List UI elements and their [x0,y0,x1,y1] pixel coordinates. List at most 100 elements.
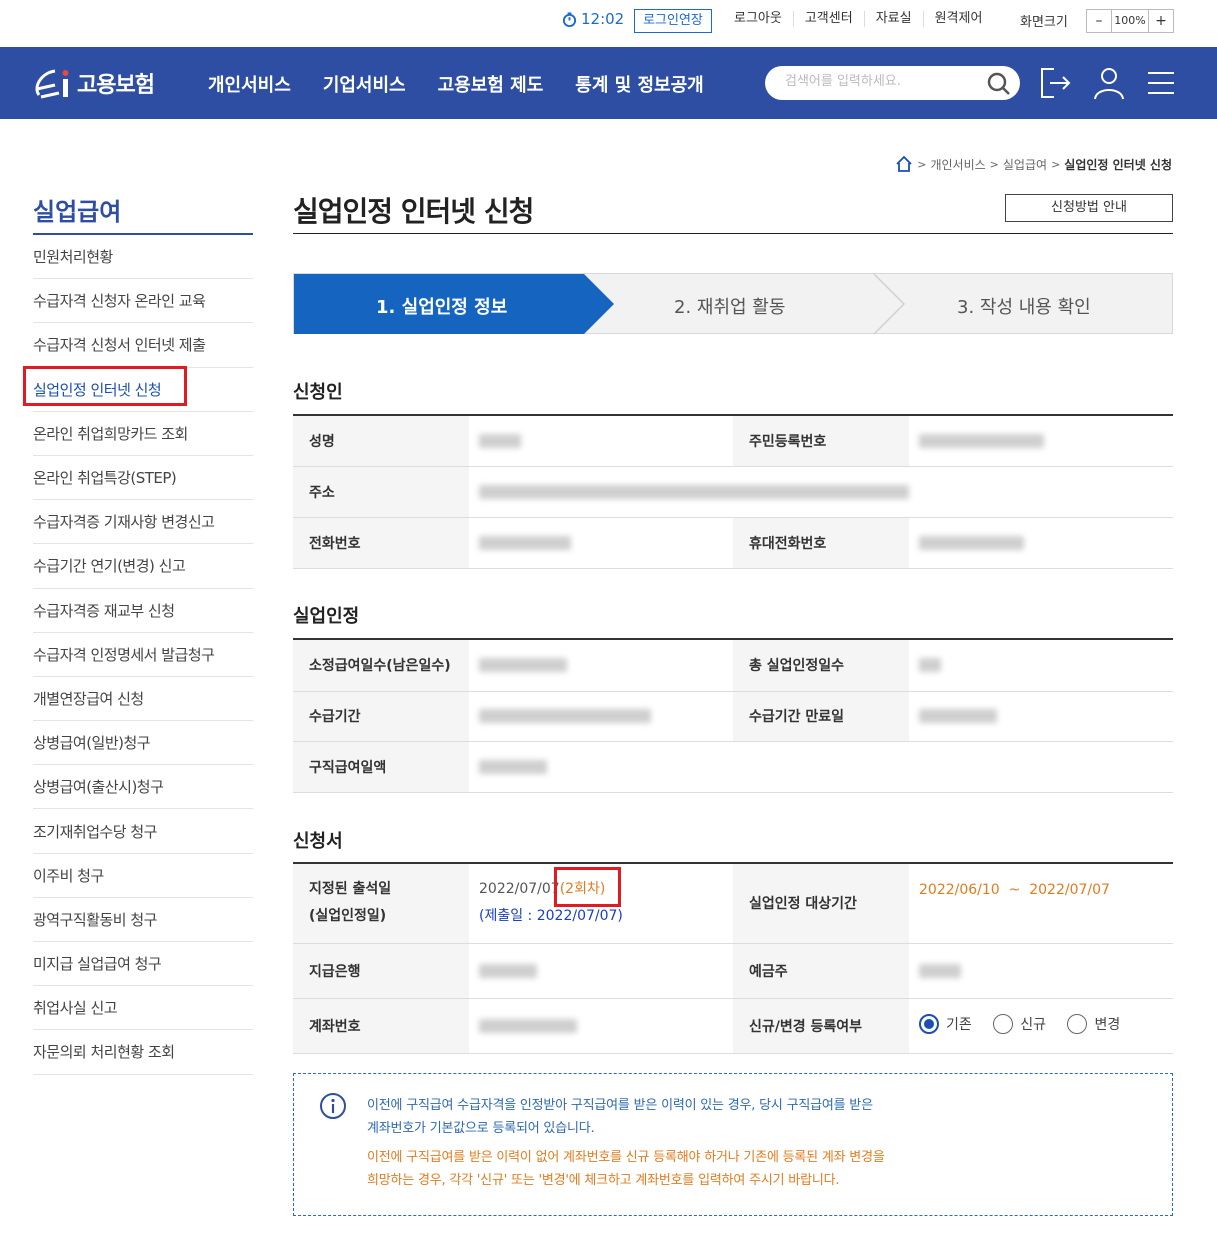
zoom-label: 화면크기 [1020,15,1068,30]
home-icon[interactable] [895,155,913,173]
address-label: 주소 [293,466,469,518]
session-timer: 12:02 [562,10,624,28]
sidebar-item[interactable]: 상병급여(출산시)청구 [33,765,253,810]
notice-text-1: 이전에 구직급여 수급자격을 인정받아 구직급여를 받은 이력이 있는 경우, … [367,1098,873,1136]
submit-date: (제출일 : 2022/07/07) [479,908,623,925]
benefit-days-label: 소정급여일수(남은일수) [293,639,469,692]
target-period-label: 실업인정 대상기간 [733,863,909,944]
sidebar-item[interactable]: 취업사실 신고 [33,986,253,1031]
sidebar-item[interactable]: 수급자격증 기재사항 변경신고 [33,500,253,545]
logout-icon[interactable] [1038,65,1072,101]
period-value [469,691,733,742]
search-input[interactable] [785,74,975,89]
chevron-right-icon: > [1051,157,1061,171]
sidebar: 실업급여 민원처리현황 수급자격 신청자 온라인 교육 수급자격 신청서 인터넷… [23,192,253,1075]
sidebar-item[interactable]: 개별연장급여 신청 [33,677,253,722]
registration-label: 신규/변경 등록여부 [733,998,909,1054]
mobile-value [909,517,1173,569]
notice-box: 이전에 구직급여 수급자격을 인정받아 구직급여를 받은 이력이 있는 경우, … [293,1073,1173,1216]
sidebar-item[interactable]: 수급기간 연기(변경) 신고 [33,544,253,589]
sidebar-item[interactable]: 미지급 실업급여 청구 [33,942,253,987]
sidebar-item[interactable]: 민원처리현황 [33,235,253,280]
zoom-out-button[interactable]: – [1087,10,1111,32]
table-row: 성명 주민등록번호 [293,415,1173,467]
holder-label: 예금주 [733,943,909,999]
applicant-table: 성명 주민등록번호 주소 전화번호 휴대전화번호 [293,414,1173,569]
nav-statistics[interactable]: 통계 및 정보공개 [575,71,703,97]
application-table: 지정된 출석일 (실업인정일) 2022/07/07(2회차) (제출일 : 2… [293,862,1173,1054]
page-title: 실업인정 인터넷 신청 [293,195,534,228]
global-nav: 개인서비스 기업서비스 고용보험 제도 통계 및 정보공개 [208,71,704,97]
breadcrumb: > 개인서비스 > 실업급여 > 실업인정 인터넷 신청 [895,155,1172,173]
table-row: 지급은행 예금주 [293,943,1173,999]
notice-text-2: 이전에 구직급여를 받은 이력이 없어 계좌번호를 신규 등록해야 하거나 기존… [367,1150,885,1188]
menu-icon[interactable] [1144,65,1178,101]
breadcrumb-item[interactable]: 실업급여 [1003,156,1047,173]
logout-link[interactable]: 로그아웃 [726,11,793,27]
sidebar-item[interactable]: 수급자격 신청서 인터넷 제출 [33,323,253,368]
sidebar-item[interactable]: 수급자격증 재교부 신청 [33,589,253,633]
nav-business[interactable]: 기업서비스 [323,71,406,97]
utility-links: 로그아웃 고객센터 자료실 원격제어 [726,11,993,27]
bank-value [469,943,733,999]
sidebar-item-active[interactable]: 실업인정 인터넷 신청 [23,365,253,412]
registration-options: 기존 신규 변경 [909,998,1173,1054]
sidebar-item[interactable]: 온라인 취업희망카드 조회 [33,412,253,456]
bank-label: 지급은행 [293,943,469,999]
sidebar-list: 민원처리현황 수급자격 신청자 온라인 교육 수급자격 신청서 인터넷 제출 실… [23,235,253,1075]
step-2: 2. 재취업 활동 [674,297,786,318]
table-row: 수급기간 수급기간 만료일 [293,691,1173,742]
guide-button[interactable]: 신청방법 안내 [1005,194,1173,222]
library-link[interactable]: 자료실 [863,11,923,27]
account-label: 계좌번호 [293,998,469,1054]
nav-personal[interactable]: 개인서비스 [208,71,291,97]
table-row: 전화번호 휴대전화번호 [293,517,1173,569]
table-row: 주소 [293,466,1173,518]
attend-date-value: 2022/07/07(2회차) (제출일 : 2022/07/07) [469,863,733,944]
expire-value [909,691,1173,742]
remote-control-link[interactable]: 원격제어 [922,11,994,27]
period-label: 수급기간 [293,691,469,742]
section-title-recognition: 실업인정 [293,606,360,627]
nav-system[interactable]: 고용보험 제도 [438,71,544,97]
target-period-value: 2022/06/10 ~ 2022/07/07 [909,863,1173,944]
table-row: 지정된 출석일 (실업인정일) 2022/07/07(2회차) (제출일 : 2… [293,863,1173,944]
phone-value [469,517,733,569]
breadcrumb-item[interactable]: 개인서비스 [930,156,985,173]
sidebar-item[interactable]: 수급자격 인정명세서 발급청구 [33,633,253,677]
timer-value: 12:02 [581,10,625,28]
login-extend-button[interactable]: 로그인연장 [634,9,712,33]
sidebar-item[interactable]: 광역구직활동비 청구 [33,898,253,942]
highlight-box [553,867,621,908]
zoom-in-button[interactable]: + [1149,10,1173,32]
radio-change[interactable]: 변경 [1067,1013,1120,1034]
search-icon[interactable] [986,71,1012,97]
chevron-right-icon: > [917,157,927,171]
sidebar-item[interactable]: 수급자격 신청자 온라인 교육 [33,279,253,324]
expire-label: 수급기간 만료일 [733,691,909,742]
utility-bar: 12:02 로그인연장 로그아웃 고객센터 자료실 원격제어 화면크기 – 10… [0,0,1217,47]
chevron-right-icon: > [989,157,999,171]
ei-logo-icon [35,69,69,99]
site-logo[interactable]: 고용보험 [33,65,155,101]
name-label: 성명 [293,415,469,467]
account-value [469,998,733,1054]
mobile-label: 휴대전화번호 [733,517,909,569]
radio-existing[interactable]: 기존 [919,1013,972,1034]
radio-new[interactable]: 신규 [993,1013,1046,1034]
sidebar-item[interactable]: 온라인 취업특강(STEP) [33,456,253,501]
logo-text: 고용보험 [77,73,155,98]
sidebar-item[interactable]: 이주비 청구 [33,854,253,898]
customer-center-link[interactable]: 고객센터 [792,11,864,27]
table-row: 소정급여일수(남은일수) 총 실업인정일수 [293,639,1173,692]
breadcrumb-current: 실업인정 인터넷 신청 [1064,157,1172,172]
user-icon[interactable] [1092,65,1126,101]
step-1: 1. 실업인정 정보 [376,297,508,318]
zoom-control: – 100% + [1086,9,1174,33]
daily-amount-label: 구직급여일액 [293,741,469,793]
sidebar-item[interactable]: 조기재취업수당 청구 [33,809,253,854]
table-row: 구직급여일액 [293,741,1173,793]
sidebar-item[interactable]: 자문의뢰 처리현황 조회 [33,1030,253,1075]
sidebar-item[interactable]: 상병급여(일반)청구 [33,721,253,766]
total-days-label: 총 실업인정일수 [733,639,909,692]
